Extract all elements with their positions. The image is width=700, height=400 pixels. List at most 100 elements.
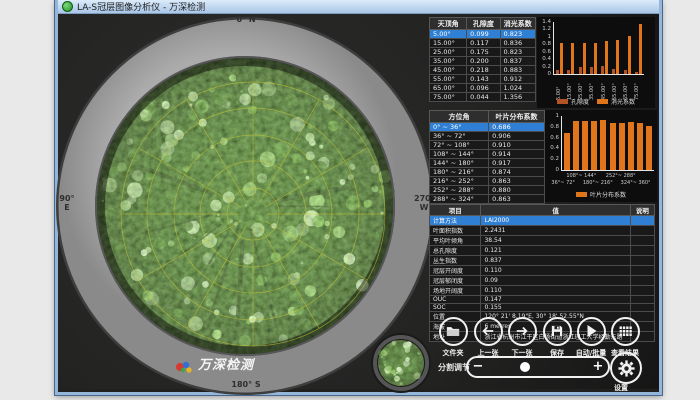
- table-cell: 216° ~ 252°: [430, 177, 489, 186]
- table-row[interactable]: 冠层开阔度0.110: [430, 266, 655, 276]
- slider-minus-button[interactable]: −: [468, 359, 488, 375]
- table-cell: LAI2000: [481, 216, 630, 226]
- table-row[interactable]: 65.00°0.0961.024: [430, 84, 536, 93]
- bar: [571, 43, 574, 74]
- table-cell: 0.863: [489, 177, 545, 186]
- table-row[interactable]: 75.00°0.0441.356: [430, 93, 536, 102]
- table-row[interactable]: 丛生指数0.837: [430, 256, 655, 266]
- table-row[interactable]: SOC0.155: [430, 304, 655, 312]
- table-cell: 0.874: [489, 168, 545, 177]
- azimuth-bar-chart: 00.20.40.60.81108°~ 144° 252°~ 288°36°~ …: [545, 110, 657, 202]
- table-row[interactable]: 25.00°0.1750.823: [430, 48, 536, 57]
- table-row[interactable]: 144° ~ 180°0.917: [430, 159, 545, 168]
- table-row[interactable]: OUC0.147: [430, 296, 655, 304]
- table-row[interactable]: 0° ~ 36°0.686: [430, 123, 545, 132]
- legend-item: 消光系数: [597, 97, 635, 106]
- thumbnail-image[interactable]: [368, 332, 434, 394]
- table-cell: SOC: [430, 304, 481, 312]
- table-cell: 35.00°: [430, 57, 467, 66]
- table-row[interactable]: 45.00°0.2180.883: [430, 66, 536, 75]
- table-cell: 2.2431: [481, 226, 630, 236]
- bar: [601, 66, 604, 74]
- y-tick-label: 1: [546, 113, 559, 119]
- table-cell: 计算方法: [430, 216, 481, 226]
- table-cell: 冠层郁闭度: [430, 276, 481, 286]
- grid-results-icon: [619, 322, 632, 341]
- legend-item: 叶片分布系数: [576, 190, 626, 199]
- table-cell: 108° ~ 144°: [430, 150, 489, 159]
- table-row[interactable]: 72° ~ 108°0.910: [430, 141, 545, 150]
- table-cell: 0.044: [467, 93, 500, 102]
- settings-label: 设置: [614, 383, 628, 393]
- segmentation-slider[interactable]: − +: [466, 356, 610, 378]
- table-cell: 0.096: [467, 84, 500, 93]
- table-row[interactable]: 平均叶倾角38.54: [430, 236, 655, 246]
- y-tick-label: 0.6: [538, 49, 551, 55]
- legend-item: 孔隙度: [557, 97, 589, 106]
- compass-label-west: 270° W: [414, 194, 434, 212]
- column-header: 说明: [630, 205, 654, 216]
- table-row[interactable]: 216° ~ 252°0.863: [430, 177, 545, 186]
- y-tick-label: 1.4: [538, 19, 551, 25]
- bar: [594, 43, 597, 74]
- y-tick-label: 0.4: [546, 145, 559, 151]
- y-tick-label: 0.4: [538, 56, 551, 62]
- column-header: 天顶角: [430, 18, 467, 30]
- table-row[interactable]: 5.00°0.0990.823: [430, 30, 536, 39]
- logo-name: 万深检测: [198, 359, 254, 372]
- slider-plus-button[interactable]: +: [588, 359, 608, 375]
- slider-knob[interactable]: [520, 362, 530, 372]
- table-cell: 1.024: [500, 84, 535, 93]
- table-row[interactable]: 计算方法LAI2000: [430, 216, 655, 226]
- table-row[interactable]: 36° ~ 72°0.906: [430, 132, 545, 141]
- table-cell: 0.110: [481, 286, 630, 296]
- table-cell: [630, 266, 654, 276]
- table-cell: 0.117: [467, 39, 500, 48]
- table-cell: [630, 276, 654, 286]
- column-header: 值: [481, 205, 630, 216]
- table-row[interactable]: 252° ~ 288°0.880: [430, 186, 545, 195]
- table-row[interactable]: 场地开阔度0.110: [430, 286, 655, 296]
- table-cell: 0.837: [500, 57, 535, 66]
- table-cell: 0.836: [500, 39, 535, 48]
- table-row[interactable]: 288° ~ 324°0.863: [430, 195, 545, 204]
- table-row[interactable]: 108° ~ 144°0.914: [430, 150, 545, 159]
- bar: [579, 67, 582, 74]
- y-tick-label: 0.8: [546, 124, 559, 130]
- bar: [591, 121, 597, 170]
- table-cell: 45.00°: [430, 66, 467, 75]
- table-row[interactable]: 总孔隙度0.121: [430, 246, 655, 256]
- zenith-table: 天顶角孔隙度消光系数5.00°0.0990.82315.00°0.1170.83…: [429, 17, 536, 102]
- bar: [646, 126, 652, 170]
- table-row[interactable]: 55.00°0.1430.912: [430, 75, 536, 84]
- logo-url: WWW.WSEEN.COM: [198, 372, 254, 377]
- table-row[interactable]: 15.00°0.1170.836: [430, 39, 536, 48]
- table-cell: 0.910: [489, 141, 545, 150]
- table-cell: 0.823: [500, 48, 535, 57]
- bar: [612, 69, 615, 74]
- table-cell: 25.00°: [430, 48, 467, 57]
- table-cell: 36° ~ 72°: [430, 132, 489, 141]
- table-cell: 0.823: [500, 30, 535, 39]
- app-window: LA-S冠层图像分析仪 - 万深检测: [55, 0, 662, 395]
- y-tick-label: 0.2: [538, 64, 551, 70]
- legend-swatch: [576, 192, 587, 197]
- table-row[interactable]: 35.00°0.2000.837: [430, 57, 536, 66]
- x-tick-row: 108°~ 144° 252°~ 288°: [545, 173, 657, 179]
- table-cell: [630, 256, 654, 266]
- table-cell: 平均叶倾角: [430, 236, 481, 246]
- table-row[interactable]: 180° ~ 216°0.874: [430, 168, 545, 177]
- y-tick-label: 0.6: [546, 135, 559, 141]
- table-row[interactable]: 叶面积指数2.2431: [430, 226, 655, 236]
- table-cell: 0.883: [500, 66, 535, 75]
- bar: [624, 70, 627, 74]
- column-header: 叶片分布系数: [489, 111, 545, 123]
- wseen-logo: 万深检测 WWW.WSEEN.COM: [174, 359, 254, 377]
- table-row[interactable]: 冠层郁闭度0.09: [430, 276, 655, 286]
- settings-button[interactable]: [610, 352, 642, 384]
- table-cell: [630, 216, 654, 226]
- table-cell: [630, 286, 654, 296]
- table-cell: 288° ~ 324°: [430, 195, 489, 204]
- table-cell: 1.356: [500, 93, 535, 102]
- compass-label-north: 0° N: [226, 15, 266, 24]
